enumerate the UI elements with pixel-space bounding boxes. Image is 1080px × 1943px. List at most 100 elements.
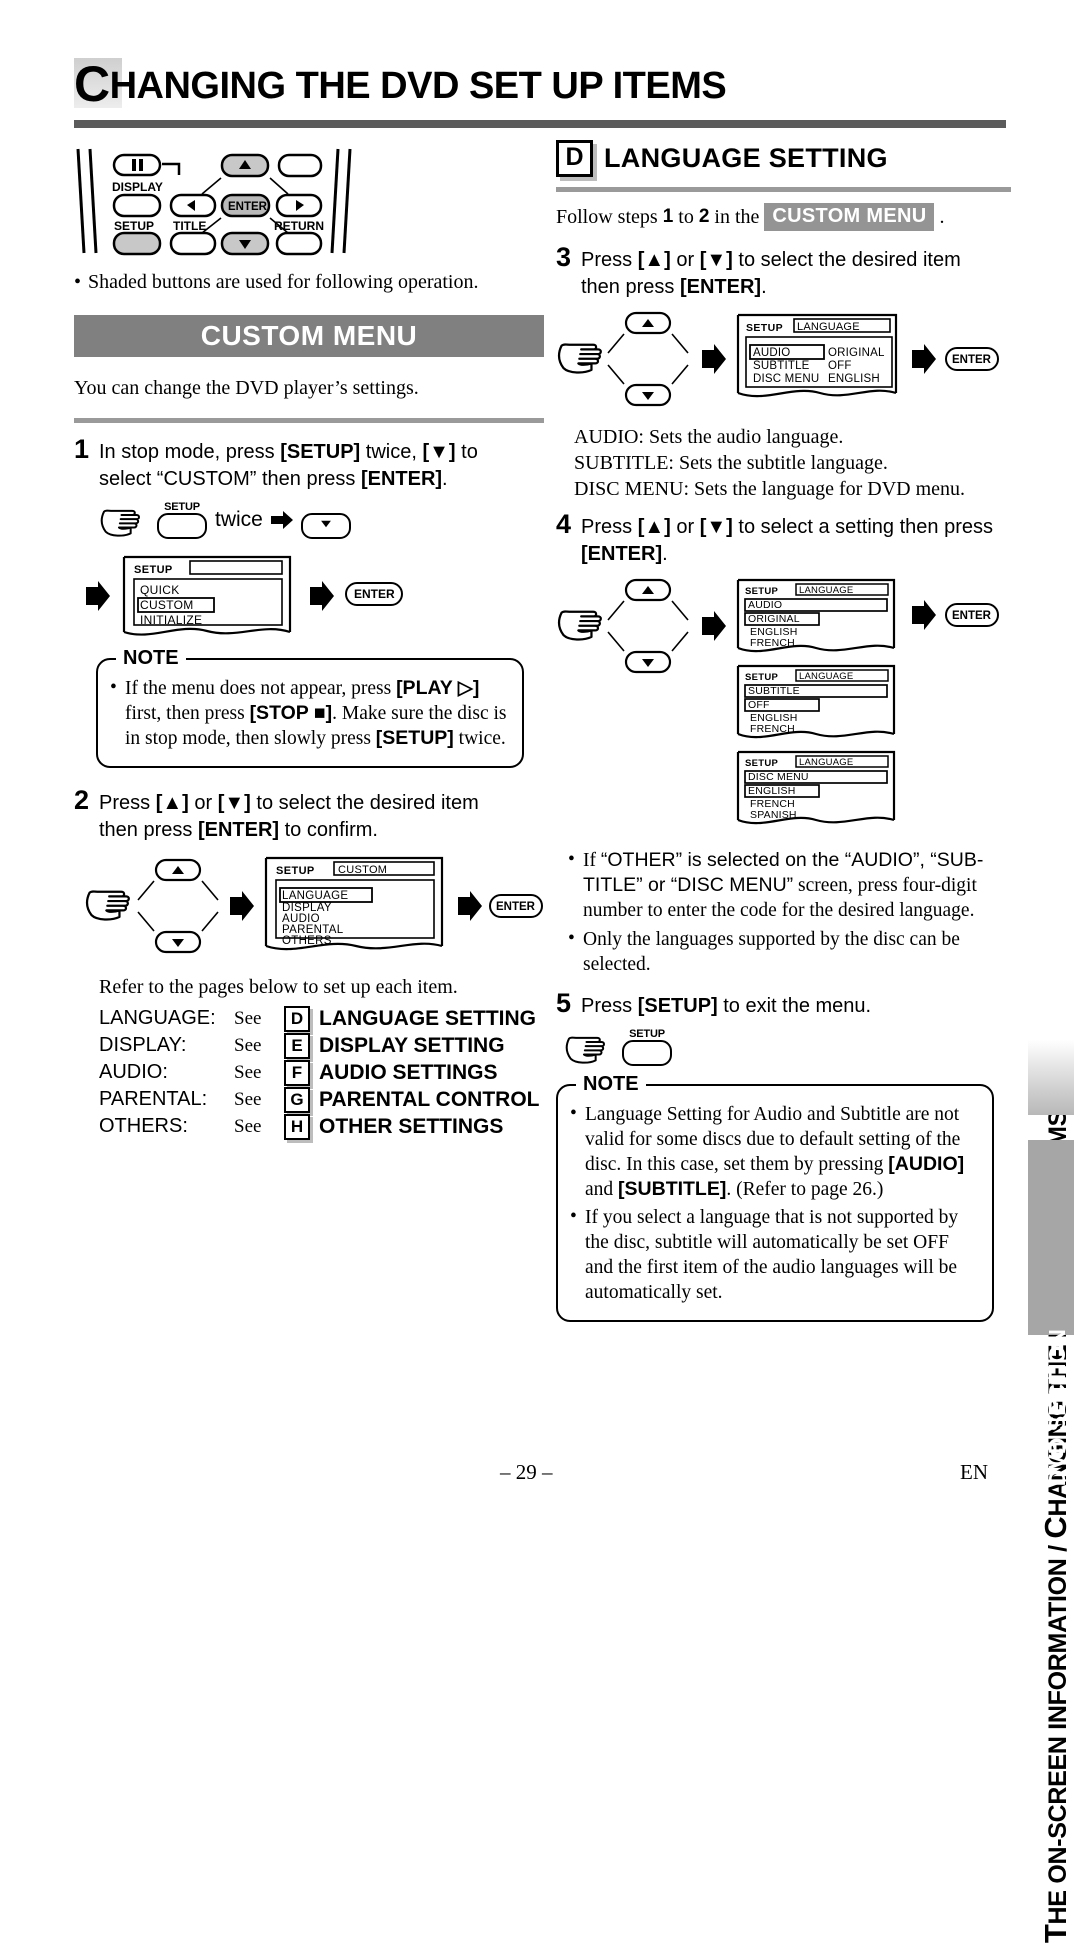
svg-text:FRENCH: FRENCH	[750, 637, 795, 649]
refer-section-letter: F	[284, 1059, 310, 1086]
note-2-item: If you select a language that is not sup…	[570, 1204, 980, 1305]
key-setup-step5: SETUP	[622, 1028, 672, 1066]
running-head-cap-2: C	[1038, 1516, 1073, 1539]
pointing-hand-icon	[557, 610, 602, 641]
step-1-text: In stop mode, press [SETUP] twice, [▼] t…	[99, 441, 478, 490]
svg-text:ORIGINAL: ORIGINAL	[748, 613, 800, 625]
note-1-item: If the menu does not appear, press [PLAY…	[110, 675, 510, 751]
step-2-screen-diagram: SETUP CUSTOM LANGUAGE DISPLAY AUDIO PARE…	[84, 854, 544, 966]
svg-text:OTHERS: OTHERS	[282, 935, 332, 947]
pointing-hand-icon	[557, 343, 602, 374]
svg-text:LANGUAGE: LANGUAGE	[799, 585, 853, 596]
refer-item-name: AUDIO:	[99, 1061, 168, 1083]
remote-control-illustration: DISPLAY ENTER SETUP TITLE RETURN	[74, 145, 364, 256]
refer-see-label: See	[234, 1061, 262, 1083]
refer-section-title: AUDIO SETTINGS	[319, 1060, 498, 1084]
running-head-fade	[1028, 1040, 1074, 1115]
step-5-keys: SETUP	[564, 1028, 1011, 1066]
svg-text:RETURN: RETURN	[274, 219, 324, 233]
note-box-2: NOTE Language Setting for Audio and Subt…	[556, 1073, 994, 1322]
footer-page-number: – 29 –	[500, 1460, 553, 1484]
key-setup-step1: SETUP	[157, 501, 207, 539]
pointing-hand-icon	[100, 509, 140, 537]
svg-text:DISC MENU: DISC MENU	[748, 771, 809, 783]
svg-text:DISPLAY: DISPLAY	[112, 180, 163, 194]
svg-text:ENTER: ENTER	[952, 610, 992, 622]
note-box-1: NOTE If the menu does not appear, press …	[96, 647, 524, 768]
step-4-screen-diagram: SETUP LANGUAGE AUDIO ORIGINAL ENGLISH FR…	[556, 576, 1011, 838]
step-2-number: 2	[74, 785, 90, 815]
refer-section-letter: D	[284, 1005, 310, 1032]
section-letter-badge: D	[556, 140, 593, 177]
svg-text:AUDIO: AUDIO	[748, 599, 782, 611]
svg-text:OFF: OFF	[748, 699, 770, 711]
refer-section-title: PARENTAL CONTROL	[319, 1087, 540, 1111]
refer-item-name: OTHERS:	[99, 1115, 188, 1137]
note-2-item: Language Setting for Audio and Subtitle …	[570, 1101, 980, 1202]
svg-text:FRENCH: FRENCH	[750, 723, 795, 735]
svg-text:SETUP: SETUP	[114, 219, 154, 233]
step-5-number: 5	[556, 988, 572, 1018]
svg-text:ENTER: ENTER	[952, 354, 992, 366]
svg-text:SETUP: SETUP	[746, 322, 783, 334]
refer-row: AUDIO: See F AUDIO SETTINGS	[99, 1059, 544, 1086]
step-3-descriptions: AUDIO: Sets the audio language. SUBTITLE…	[574, 426, 966, 500]
step-1-number: 1	[74, 434, 90, 464]
svg-text:LANGUAGE: LANGUAGE	[799, 757, 853, 768]
step-3-number: 3	[556, 242, 572, 272]
pointing-hand-icon	[565, 1036, 605, 1064]
step-3-text: Press [▲] or [▼] to select the desired i…	[581, 249, 961, 298]
custom-menu-banner-label: CUSTOM MENU	[200, 320, 418, 351]
svg-text:ORIGINAL: ORIGINAL	[828, 347, 885, 359]
shaded-buttons-caption: • Shaded buttons are used for following o…	[74, 271, 479, 293]
footer-language-code: EN	[960, 1460, 988, 1484]
step-4: 4 Press [▲] or [▼] to select a setting t…	[556, 511, 1011, 568]
svg-text:ENTER: ENTER	[228, 201, 268, 213]
svg-text:DISC MENU: DISC MENU	[753, 373, 819, 385]
step-1: 1 In stop mode, press [SETUP] twice, [▼]…	[74, 434, 544, 493]
refer-see-label: See	[234, 1034, 262, 1056]
svg-text:SETUP: SETUP	[745, 758, 779, 769]
svg-text:CUSTOM: CUSTOM	[338, 864, 387, 876]
refer-section-letter: H	[284, 1113, 310, 1140]
step-4-text: Press [▲] or [▼] to select a setting the…	[581, 516, 993, 565]
left-column: DISPLAY ENTER SETUP TITLE RETURN • Shade…	[74, 140, 544, 1140]
svg-text:OFF: OFF	[828, 360, 852, 372]
twice-label: twice	[215, 508, 263, 531]
note-2-list: Language Setting for Audio and Subtitle …	[570, 1101, 980, 1305]
refer-row: LANGUAGE: See D LANGUAGE SETTING	[99, 1005, 544, 1032]
svg-text:LANGUAGE: LANGUAGE	[799, 671, 853, 682]
manual-page: CHANGING THE DVD SET UP ITEMS DISPLAY EN…	[0, 0, 1080, 1943]
refer-item-name: PARENTAL:	[99, 1088, 208, 1110]
section-heading-title: LANGUAGE SETTING	[604, 143, 888, 173]
refer-section-title: LANGUAGE SETTING	[319, 1006, 537, 1030]
pointing-hand-icon	[85, 890, 130, 921]
step-3: 3 Press [▲] or [▼] to select the desired…	[556, 242, 1011, 301]
svg-text:QUICK: QUICK	[140, 583, 180, 597]
svg-text:ENGLISH: ENGLISH	[828, 373, 880, 385]
refer-row: OTHERS: See H OTHER SETTINGS	[99, 1113, 544, 1140]
follow-steps-line: Follow steps 1 to 2 in the CUSTOM MENU .	[556, 203, 1011, 231]
step-4-bullet: Only the languages supported by the disc…	[568, 926, 1011, 977]
key-down-step1	[300, 501, 351, 539]
svg-text:LANGUAGE: LANGUAGE	[282, 890, 348, 902]
refer-item-name: DISPLAY:	[99, 1034, 187, 1056]
svg-text:INITIALIZE: INITIALIZE	[140, 613, 202, 627]
refer-section-letter: G	[284, 1086, 310, 1113]
svg-text:SETUP: SETUP	[745, 672, 779, 683]
step-2-text: Press [▲] or [▼] to select the desired i…	[99, 792, 479, 841]
step-5-text: Press [SETUP] to exit the menu.	[581, 995, 872, 1017]
refer-section-letter: E	[284, 1032, 310, 1059]
step-4-bullets: If “OTHER” is selected on the “AUDIO”, “…	[568, 847, 1011, 977]
divider	[74, 418, 544, 423]
running-head-vertical: THE ON-SCREEN INFORMATION / CHANGING THE…	[1028, 390, 1074, 1943]
svg-text:SPANISH: SPANISH	[750, 809, 797, 821]
refer-see-label: See	[234, 1088, 262, 1110]
arrow-right-icon	[270, 511, 293, 529]
dvd-section-tab-label: DVD SECTION	[1044, 1329, 1070, 1487]
svg-text:SETUP: SETUP	[134, 564, 173, 576]
svg-text:AUDIO: AUDIO	[753, 347, 790, 359]
refer-section-title: OTHER SETTINGS	[319, 1114, 504, 1138]
step-1-screen-diagram: SETUP QUICK CUSTOM INITIALIZE ENTER	[82, 549, 544, 644]
refer-see-label: See	[234, 1007, 262, 1029]
